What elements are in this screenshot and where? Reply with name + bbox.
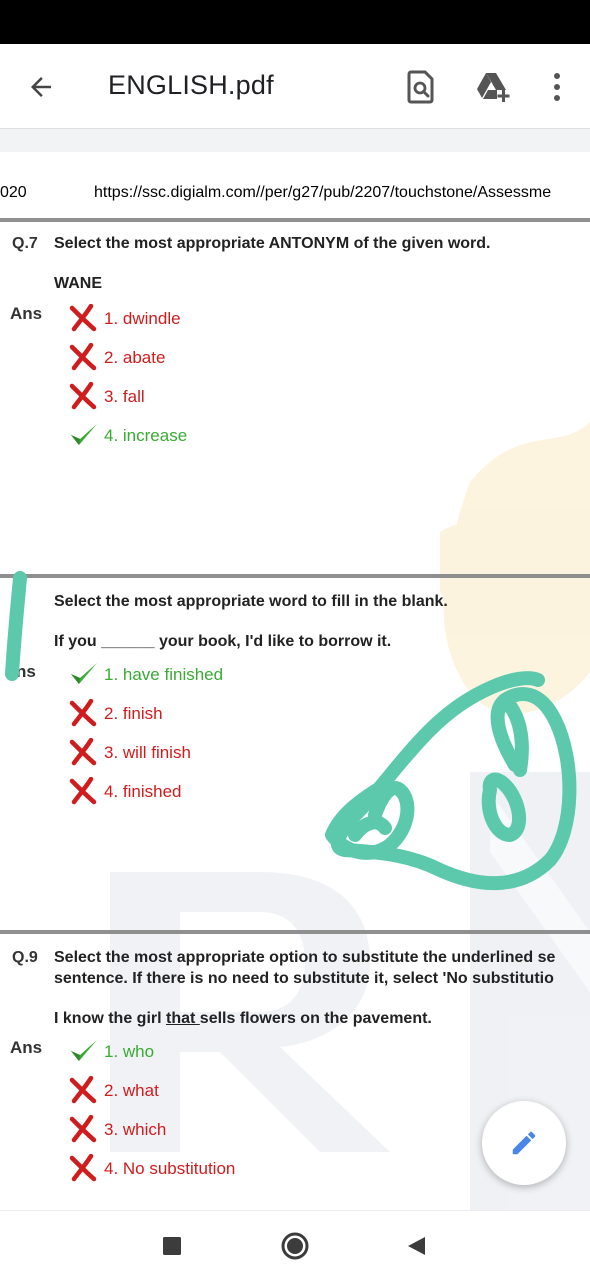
answer-option: 2. what bbox=[68, 1075, 159, 1106]
more-vert-icon[interactable] bbox=[534, 64, 580, 110]
option-label: 1. dwindle bbox=[104, 309, 181, 328]
option-label: 2. abate bbox=[104, 348, 166, 367]
question-prompt: WANE bbox=[54, 275, 102, 292]
wrong-cross-icon bbox=[68, 342, 100, 373]
answer-option: 4. finished bbox=[68, 776, 182, 807]
screen: ENGLISH.pdf 020 https://ssc.digialm.com/… bbox=[0, 0, 590, 1280]
question-text: Select the most appropriate ANTONYM of t… bbox=[54, 235, 491, 252]
answer-option: 1. have finished bbox=[68, 660, 223, 690]
wrong-cross-icon bbox=[68, 381, 100, 412]
wrong-cross-icon bbox=[68, 776, 100, 807]
pdf-page: 020 https://ssc.digialm.com//per/g27/pub… bbox=[0, 152, 590, 1210]
section-divider bbox=[0, 218, 590, 222]
prompt-after: sells flowers on the pavement. bbox=[199, 1010, 432, 1027]
wrong-cross-icon bbox=[68, 737, 100, 768]
answer-option: 3. fall bbox=[68, 381, 145, 412]
answer-label: Ans bbox=[10, 304, 43, 323]
option-label: 3. which bbox=[104, 1120, 167, 1139]
prompt-before: I know the girl bbox=[54, 1010, 167, 1027]
recents-square-icon[interactable] bbox=[154, 1228, 190, 1264]
option-label: 4. increase bbox=[104, 426, 188, 445]
question-number: Q.7 bbox=[12, 235, 38, 252]
correct-check-icon bbox=[68, 421, 100, 451]
answer-label: ns bbox=[16, 662, 36, 681]
answer-option: 2. finish bbox=[68, 698, 163, 729]
prompt-underlined: that bbox=[166, 1010, 200, 1027]
question-prompt: If you ______ your book, I'd like to bor… bbox=[54, 633, 392, 650]
status-bar bbox=[0, 0, 590, 44]
question-text-line-1: Select the most appropriate option to su… bbox=[54, 949, 556, 966]
answer-option: 2. abate bbox=[68, 342, 166, 373]
option-label: 3. fall bbox=[104, 387, 145, 406]
wrong-cross-icon bbox=[68, 1153, 100, 1184]
section-divider bbox=[0, 930, 590, 934]
page-header-url: https://ssc.digialm.com//per/g27/pub/220… bbox=[94, 184, 552, 201]
question-prompt: I know the girl that sells flowers on th… bbox=[54, 1010, 432, 1028]
answer-option: 3. will finish bbox=[68, 737, 191, 768]
wrong-cross-icon bbox=[68, 1075, 100, 1106]
question-text-line-2: sentence. If there is no need to substit… bbox=[54, 970, 554, 987]
answer-option: 3. which bbox=[68, 1114, 167, 1145]
answer-option: 1. who bbox=[68, 1037, 154, 1067]
option-label: 3. will finish bbox=[104, 743, 191, 762]
wrong-cross-icon bbox=[68, 1114, 100, 1145]
wrong-cross-icon bbox=[68, 698, 100, 729]
edit-pencil-icon bbox=[512, 1131, 536, 1155]
option-label: 1. have finished bbox=[104, 665, 224, 684]
edit-fab[interactable] bbox=[482, 1101, 566, 1185]
arrow-back-icon[interactable] bbox=[18, 64, 64, 110]
app-bar: ENGLISH.pdf bbox=[0, 44, 590, 128]
option-label: 4. finished bbox=[104, 782, 182, 801]
document-title: ENGLISH.pdf bbox=[108, 70, 274, 100]
answer-option: 4. No substitution bbox=[68, 1153, 236, 1184]
option-label: 1. who bbox=[104, 1042, 155, 1061]
add-to-drive-icon[interactable] bbox=[470, 64, 516, 110]
answer-option: 4. increase bbox=[68, 421, 187, 451]
find-in-page-icon[interactable] bbox=[398, 64, 444, 110]
option-label: 4. No substitution bbox=[104, 1159, 236, 1178]
page-gap bbox=[0, 128, 590, 152]
answer-label: Ans bbox=[10, 1038, 43, 1057]
section-divider bbox=[0, 574, 590, 578]
back-triangle-icon[interactable] bbox=[398, 1228, 434, 1264]
question-text: Select the most appropriate word to fill… bbox=[54, 593, 448, 610]
pdf-viewer[interactable]: 020 https://ssc.digialm.com//per/g27/pub… bbox=[0, 128, 590, 1210]
answer-option: 1. dwindle bbox=[68, 303, 181, 334]
wrong-cross-icon bbox=[68, 303, 100, 334]
correct-check-icon bbox=[68, 660, 100, 690]
question-number: Q.9 bbox=[12, 949, 38, 966]
correct-check-icon bbox=[68, 1037, 100, 1067]
option-label: 2. what bbox=[104, 1081, 159, 1100]
page-header-date: 020 bbox=[0, 184, 27, 201]
option-label: 2. finish bbox=[104, 704, 163, 723]
navigation-bar bbox=[0, 1210, 590, 1280]
home-circle-icon[interactable] bbox=[277, 1228, 313, 1264]
